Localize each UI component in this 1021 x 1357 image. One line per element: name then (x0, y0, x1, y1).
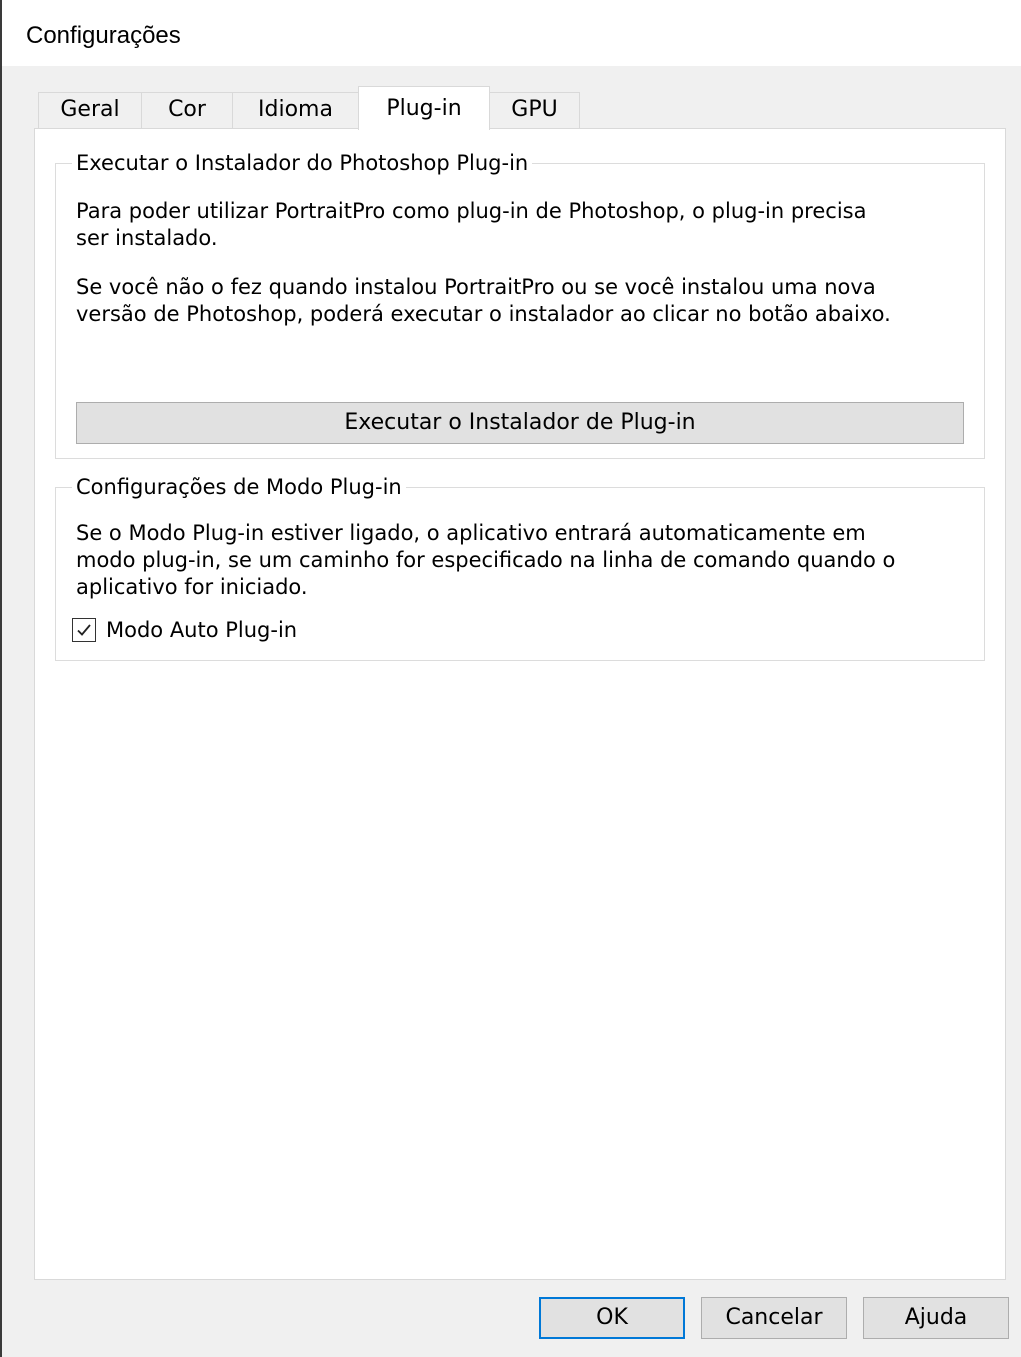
auto-plugin-mode-checkbox[interactable] (72, 618, 96, 642)
tab-cor[interactable]: Cor (141, 92, 233, 128)
installer-paragraph-1-line-1: Para poder utilizar PortraitPro como plu… (76, 199, 867, 223)
tab-geral[interactable]: Geral (38, 92, 142, 128)
plugin-mode-description-line-1: Se o Modo Plug-in estiver ligado, o apli… (76, 521, 866, 545)
plugin-mode-description-line-2: modo plug-in, se um caminho for especifi… (76, 548, 896, 572)
help-button[interactable]: Ajuda (863, 1297, 1009, 1339)
plugin-mode-group-legend: Configurações de Modo Plug-in (72, 474, 406, 500)
installer-paragraph-1-line-2: ser instalado. (76, 226, 218, 250)
installer-paragraph-2: Se você não o fez quando instalou Portra… (76, 274, 891, 328)
ok-button[interactable]: OK (539, 1297, 685, 1339)
installer-group-legend: Executar o Instalador do Photoshop Plug-… (72, 150, 533, 176)
cancel-button[interactable]: Cancelar (701, 1297, 847, 1339)
tab-idioma[interactable]: Idioma (232, 92, 359, 128)
installer-paragraph-2-line-2: versão de Photoshop, poderá executar o i… (76, 302, 891, 326)
plug-in-tab-panel: Executar o Instalador do Photoshop Plug-… (34, 128, 1006, 1280)
installer-groupbox: Executar o Instalador do Photoshop Plug-… (55, 150, 985, 459)
tab-label: Idioma (258, 97, 333, 122)
tab-gpu[interactable]: GPU (489, 92, 580, 128)
tab-label: Plug-in (386, 96, 462, 121)
settings-dialog: Configurações Geral Cor Idioma Plug-in G… (0, 0, 1021, 1357)
plugin-mode-description-line-3: aplicativo for iniciado. (76, 575, 308, 599)
run-plugin-installer-button[interactable]: Executar o Instalador de Plug-in (76, 402, 964, 444)
plugin-mode-groupbox: Configurações de Modo Plug-in Se o Modo … (55, 474, 985, 661)
installer-paragraph-2-line-1: Se você não o fez quando instalou Portra… (76, 275, 876, 299)
auto-plugin-mode-option[interactable]: Modo Auto Plug-in (72, 616, 297, 644)
installer-paragraph-1: Para poder utilizar PortraitPro como plu… (76, 198, 866, 252)
title-bar[interactable]: Configurações (2, 0, 1021, 66)
tab-plug-in[interactable]: Plug-in (358, 86, 490, 130)
tab-label: GPU (511, 97, 558, 122)
plugin-mode-description: Se o Modo Plug-in estiver ligado, o apli… (76, 520, 895, 601)
auto-plugin-mode-label[interactable]: Modo Auto Plug-in (106, 618, 297, 642)
checkmark-icon (77, 624, 91, 636)
tab-label: Geral (60, 97, 120, 122)
tab-label: Cor (168, 97, 206, 122)
dialog-title: Configurações (26, 22, 181, 49)
